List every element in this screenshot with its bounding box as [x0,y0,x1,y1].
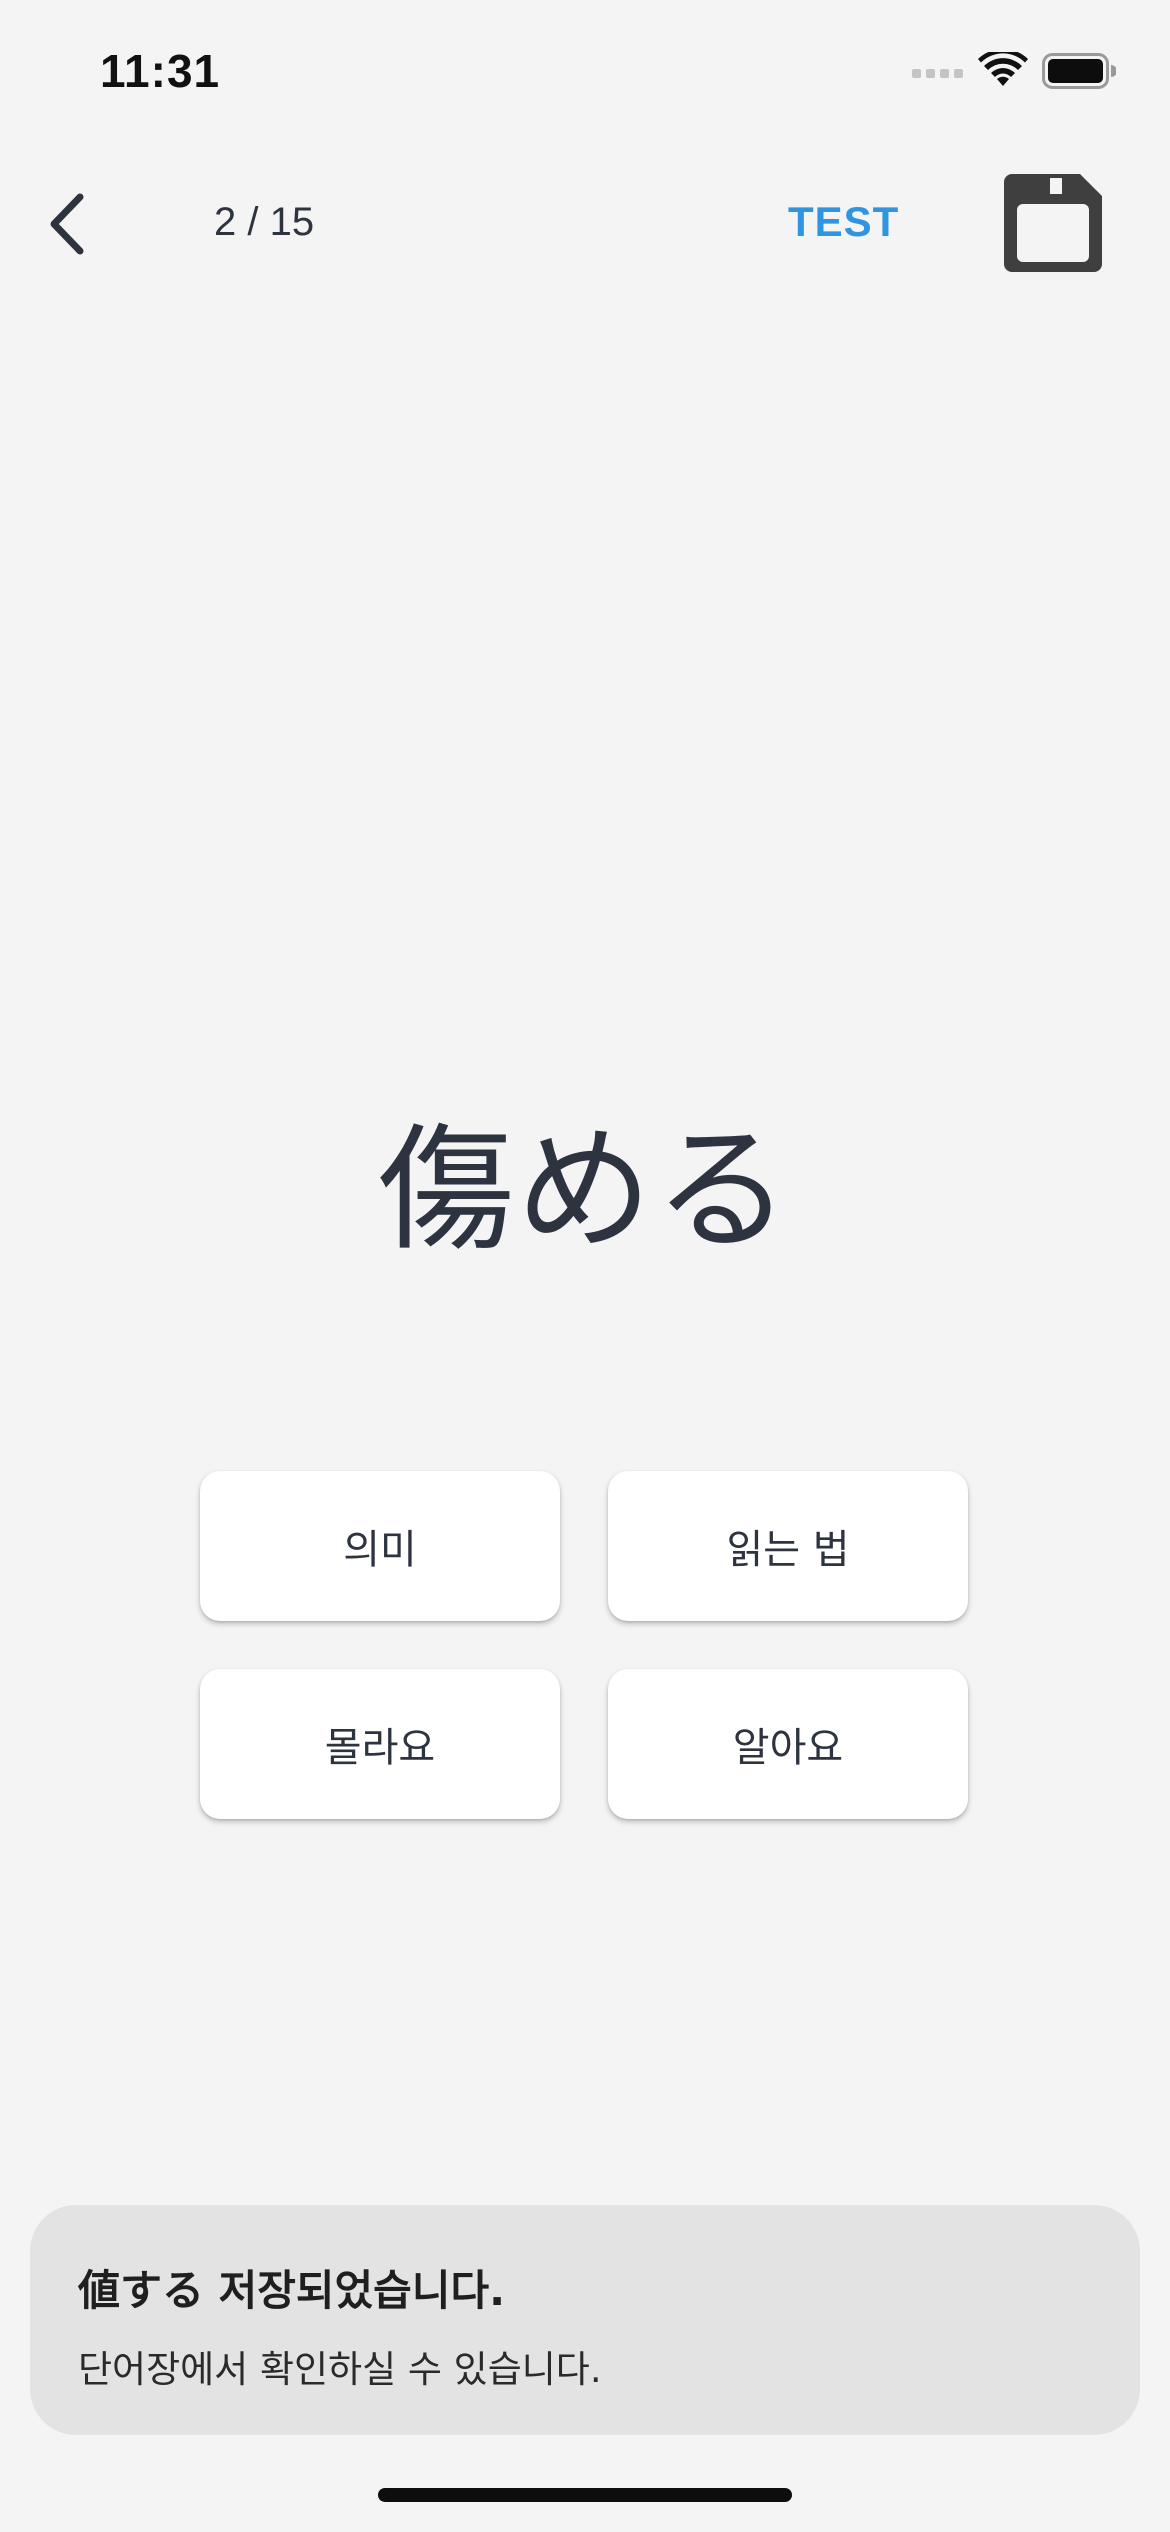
back-button[interactable] [36,188,96,264]
toast-title: 値する 저장되었습니다. [78,2266,506,2315]
save-button[interactable] [1004,174,1102,272]
toast-message: 단어장에서 확인하실 수 있습니다. [78,2348,602,2391]
wifi-icon [978,48,1028,94]
status-time: 11:31 [100,45,221,97]
action-buttons: 의미 읽는 법 몰라요 알아요 [200,1471,970,1821]
battery-icon [1042,53,1117,93]
dont-know-button[interactable]: 몰라요 [200,1669,560,1819]
status-icons [912,48,1117,94]
progress-counter: 2 / 15 [214,200,315,244]
chevron-left-icon [44,191,88,261]
floppy-disk-icon [1004,174,1102,276]
know-button[interactable]: 알아요 [608,1669,968,1819]
test-button[interactable]: TEST [788,198,899,246]
home-indicator[interactable] [378,2488,792,2502]
cellular-signal-icon [912,64,964,83]
vocabulary-word: 傷める [378,1112,792,1270]
status-bar: 11:31 [0,0,1170,150]
meaning-button[interactable]: 의미 [200,1471,560,1621]
saved-toast[interactable]: 値する 저장되었습니다. 단어장에서 확인하실 수 있습니다. [30,2205,1140,2435]
reading-button[interactable]: 읽는 법 [608,1471,968,1621]
